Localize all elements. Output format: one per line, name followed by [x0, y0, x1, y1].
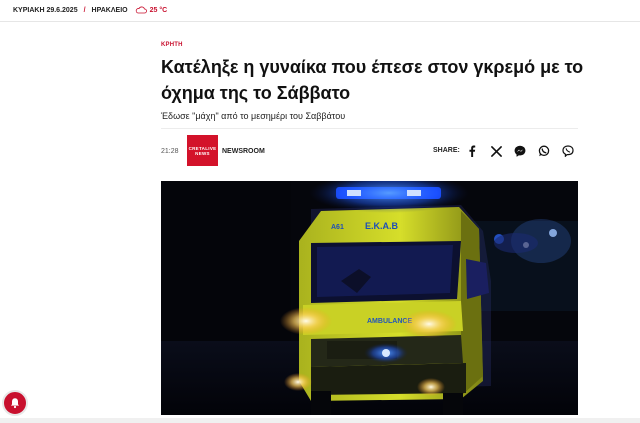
current-date: ΚΥΡΙΑΚΗ 29.6.2025 [13, 6, 78, 14]
article-subtitle: Έδωσε "μάχη" από το μεσημέρι του Σαββάτο… [161, 111, 346, 121]
page-bottom-strip [0, 418, 640, 423]
notification-bell-button[interactable] [2, 390, 28, 416]
top-bar-info: ΚΥΡΙΑΚΗ 29.6.2025 / ΗΡΑΚΛΕΙΟ 25 °C [13, 6, 167, 14]
share-label: SHARE: [433, 147, 460, 154]
article-category[interactable]: ΚΡΗΤΗ [161, 42, 183, 48]
whatsapp-icon[interactable] [537, 144, 551, 158]
article-author[interactable]: NEWSROOM [222, 148, 265, 155]
ambulance-night-photo: AMBULANCE Ε.Κ.Α.Β A61 [161, 181, 578, 415]
author-logo-line2: NEWS [195, 150, 210, 156]
ekab-text: Ε.Κ.Α.Β [365, 221, 399, 231]
temperature: 25 °C [149, 6, 168, 14]
facebook-icon[interactable] [465, 144, 479, 158]
divider [161, 128, 578, 129]
author-logo[interactable]: CRETALIVE NEWS [187, 135, 218, 166]
x-icon[interactable] [489, 144, 503, 158]
vehicle-number-text: A61 [331, 224, 344, 231]
top-bar: ΚΥΡΙΑΚΗ 29.6.2025 / ΗΡΑΚΛΕΙΟ 25 °C [0, 0, 640, 22]
share-buttons [465, 144, 585, 158]
viber-icon[interactable] [561, 144, 575, 158]
separator: / [83, 6, 86, 14]
article-photo: AMBULANCE Ε.Κ.Α.Β A61 [161, 181, 578, 415]
bell-icon [11, 398, 19, 409]
partly-cloudy-icon [135, 6, 147, 14]
article-time: 21:28 [161, 148, 179, 155]
city-name[interactable]: ΗΡΑΚΛΕΙΟ [92, 7, 128, 14]
article-title: Κατέληξε η γυναίκα που έπεσε στον γκρεμό… [161, 57, 584, 103]
messenger-icon[interactable] [513, 144, 527, 158]
